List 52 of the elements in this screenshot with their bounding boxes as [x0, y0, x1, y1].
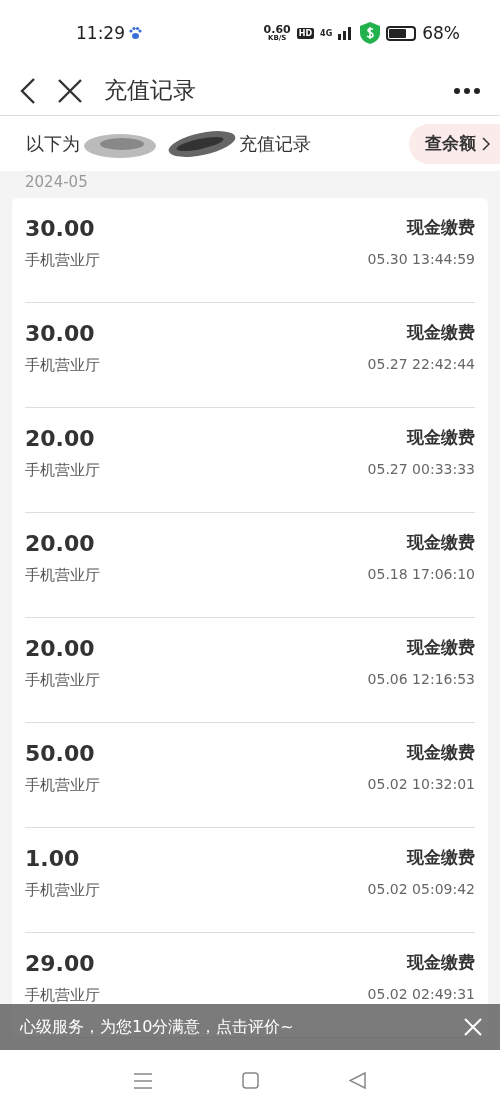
hd-badge: HD [296, 27, 315, 39]
payment-type: 现金缴费 [407, 216, 475, 239]
subtitle-text: 充值记录 [239, 131, 311, 156]
recharge-amount: 50.00 [25, 741, 96, 766]
menu-icon[interactable] [134, 1072, 152, 1089]
subtitle-text: 以下为 [26, 131, 80, 156]
month-label: 2024-05 [24, 172, 89, 193]
recharge-amount: 20.00 [25, 636, 96, 661]
recharge-amount: 1.00 [25, 846, 81, 871]
recharge-amount: 30.00 [25, 216, 96, 241]
payment-channel: 手机营业厅 [25, 986, 101, 1005]
payment-type: 现金缴费 [407, 426, 475, 449]
payment-time: 05.27 22:42:44 [367, 356, 475, 374]
banner-text: 心级服务，为您10分满意，点击评价~ [20, 1016, 295, 1038]
payment-channel: 手机营业厅 [25, 566, 101, 585]
battery-icon [386, 25, 417, 41]
page-title: 充值记录 [104, 76, 197, 105]
close-icon[interactable] [58, 78, 82, 103]
recharge-amount: 20.00 [25, 531, 96, 556]
payment-time: 05.27 00:33:33 [367, 461, 475, 479]
payment-type: 现金缴费 [407, 636, 475, 659]
payment-type: 现金缴费 [407, 846, 475, 869]
home-icon[interactable] [242, 1072, 259, 1089]
back-icon[interactable] [20, 77, 36, 104]
recharge-amount: 29.00 [25, 951, 96, 976]
paw-icon [128, 26, 142, 40]
shield-icon [360, 22, 381, 44]
payment-channel: 手机营业厅 [25, 776, 101, 795]
payment-time: 05.02 02:49:31 [367, 986, 475, 1004]
more-icon[interactable] [454, 87, 480, 94]
payment-channel: 手机营业厅 [25, 461, 101, 480]
payment-type: 现金缴费 [407, 951, 475, 974]
recharge-amount: 30.00 [25, 321, 96, 346]
check-balance-button[interactable]: 查余额 [409, 123, 500, 164]
payment-channel: 手机营业厅 [25, 251, 101, 270]
chevron-icon [482, 136, 490, 151]
payment-time: 05.02 10:32:01 [367, 776, 475, 794]
status-time: 11:29 [76, 23, 126, 43]
network-type: 4G [320, 28, 333, 38]
payment-channel: 手机营业厅 [25, 881, 101, 900]
payment-type: 现金缴费 [407, 741, 475, 764]
payment-type: 现金缴费 [407, 531, 475, 554]
battery-percent: 68% [422, 23, 460, 43]
payment-channel: 手机营业厅 [25, 356, 101, 375]
feedback-banner[interactable]: 心级服务，为您10分满意，点击评价~ [0, 1004, 500, 1050]
payment-time: 05.06 12:16:53 [367, 671, 475, 689]
payment-time: 05.30 13:44:59 [367, 251, 475, 269]
payment-time: 05.02 05:09:42 [367, 881, 475, 899]
payment-time: 05.18 17:06:10 [367, 566, 475, 584]
payment-type: 现金缴费 [407, 321, 475, 344]
recharge-amount: 20.00 [25, 426, 96, 451]
payment-channel: 手机营业厅 [25, 671, 101, 690]
